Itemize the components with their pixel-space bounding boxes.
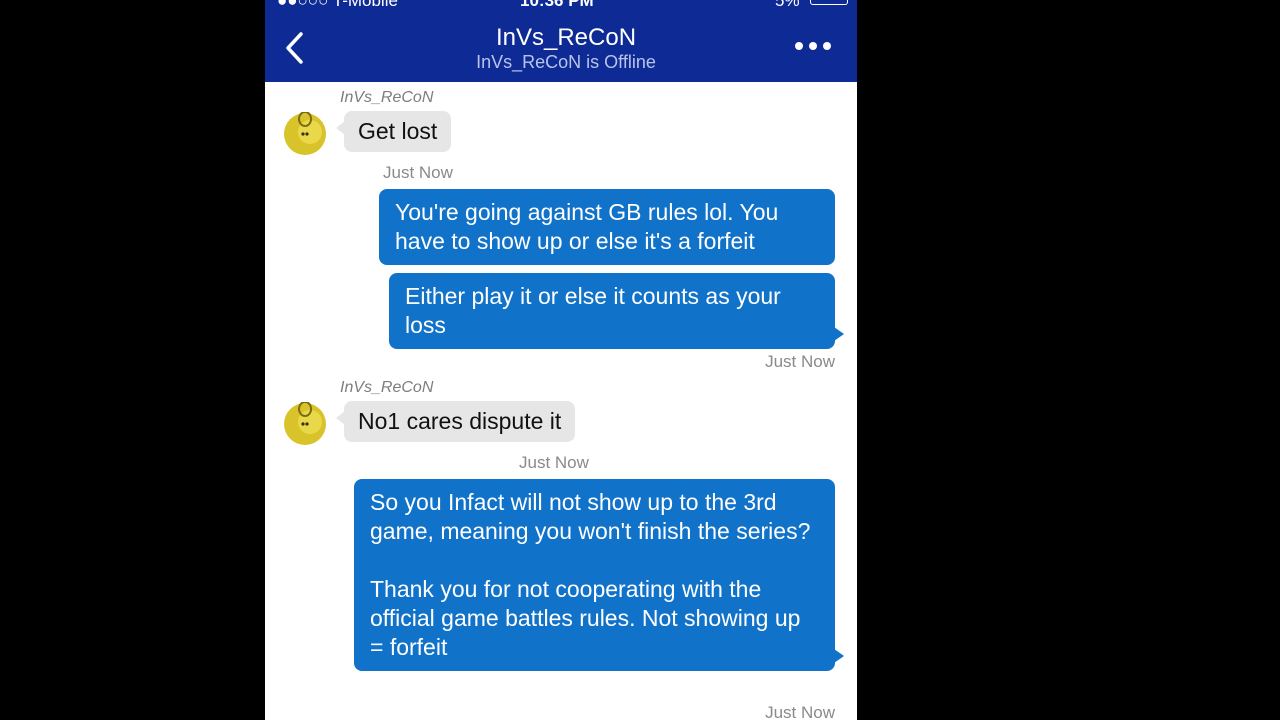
outgoing-message-bubble[interactable]: Either play it or else it counts as your…	[389, 273, 844, 349]
message-text: Get lost	[358, 118, 438, 144]
navigation-bar: ●●○○○ T-Mobile 10:36 PM 5% InVs_ReCoN In…	[265, 0, 857, 82]
more-options-button[interactable]	[793, 36, 833, 56]
message-timestamp: Just Now	[519, 453, 589, 472]
presence-status: InVs_ReCoN is Offline	[476, 52, 656, 72]
more-dots-icon	[795, 42, 831, 50]
avatar[interactable]	[283, 402, 327, 446]
phone-screen: ●●○○○ T-Mobile 10:36 PM 5% InVs_ReCoN In…	[265, 0, 857, 720]
incoming-message-bubble[interactable]: No1 cares dispute it	[335, 401, 576, 442]
message-timestamp: Just Now	[765, 703, 835, 720]
sender-name: InVs_ReCoN	[340, 89, 434, 106]
conversation-title: InVs_ReCoN	[495, 24, 637, 51]
message-paragraph: Thank you for not cooperating with the o…	[370, 576, 801, 660]
avatar[interactable]	[283, 112, 327, 156]
message-timestamp: Just Now	[383, 163, 453, 182]
incoming-message-bubble[interactable]: Get lost	[335, 111, 452, 152]
outgoing-message-bubble[interactable]: You're going against GB rules lol. You h…	[379, 189, 835, 265]
battery-percent: 5%	[775, 0, 800, 10]
carrier-label: ●●○○○ T-Mobile	[277, 0, 398, 10]
message-paragraph: So you Infact will not show up to the 3r…	[370, 489, 811, 544]
message-timestamp: Just Now	[765, 352, 835, 371]
message-text: You're going against GB rules lol. You h…	[395, 199, 779, 254]
status-time: 10:36 PM	[520, 0, 594, 10]
sender-name: InVs_ReCoN	[340, 379, 434, 396]
outgoing-message-bubble[interactable]: So you Infact will not show up to the 3r…	[354, 479, 844, 671]
message-text: No1 cares dispute it	[358, 408, 562, 434]
message-text: Either play it or else it counts as your…	[405, 283, 781, 338]
battery-icon	[810, 0, 848, 5]
